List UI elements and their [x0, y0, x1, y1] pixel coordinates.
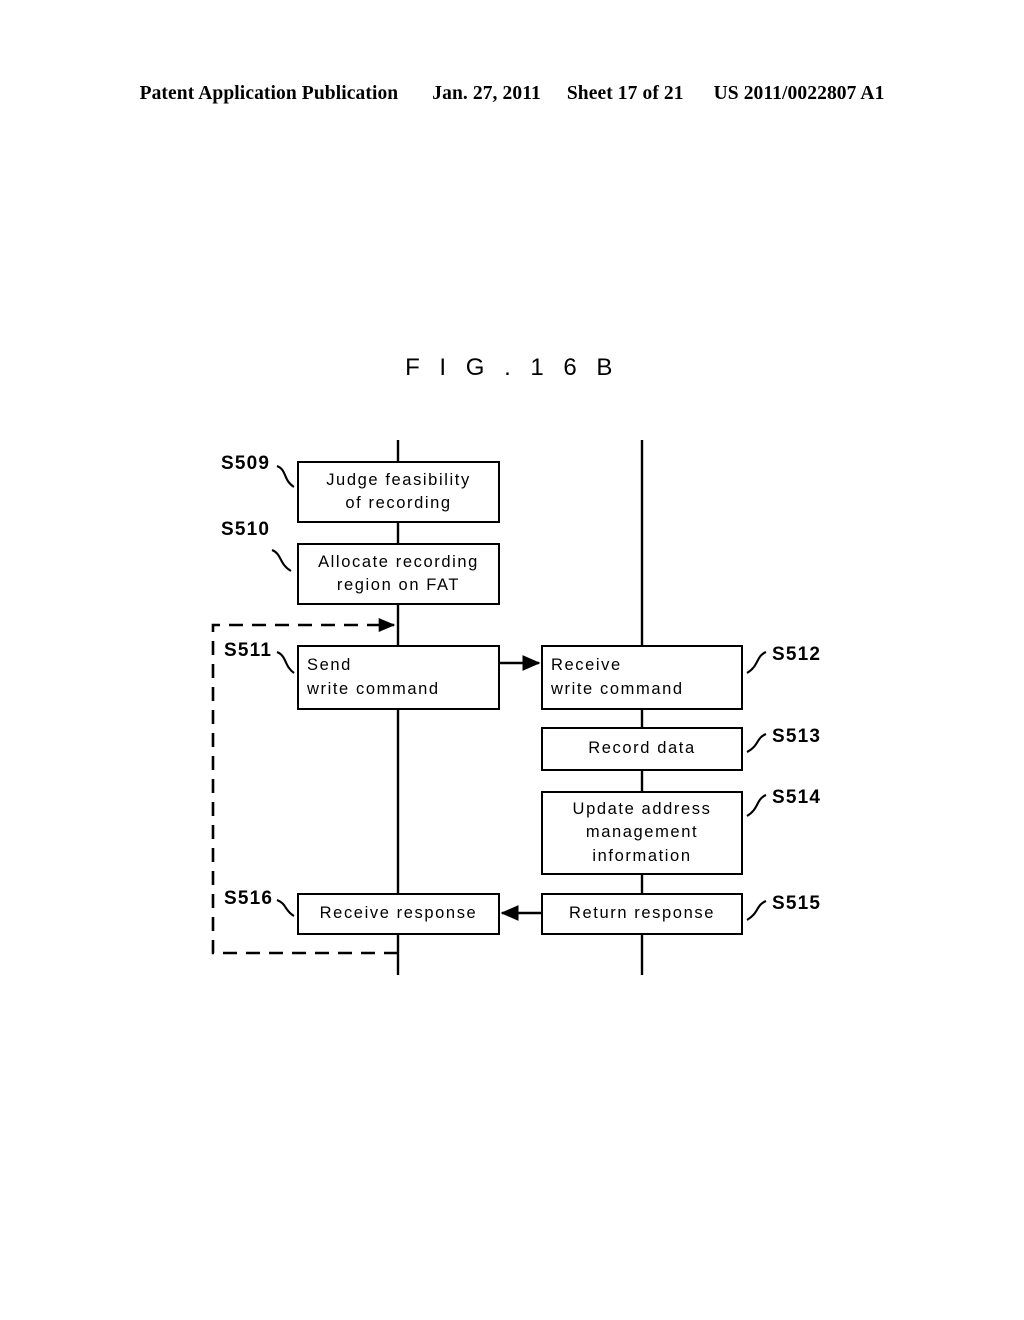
process-box-s511-line-1: Send	[307, 656, 352, 675]
step-label-s516: S516	[224, 888, 274, 909]
process-box-s513-line-1: Record data	[588, 739, 696, 758]
leader-s514	[746, 794, 767, 817]
step-label-s515: S515	[772, 893, 822, 914]
step-label-s513: S513	[772, 726, 822, 747]
process-box-s513[interactable]: Record data	[541, 727, 743, 771]
process-box-s514-line-3: information	[592, 846, 692, 865]
step-label-s514: S514	[772, 787, 822, 808]
process-box-s509-line-1: Judge feasibility	[326, 470, 471, 489]
process-box-s514-line-2: management	[585, 823, 699, 842]
process-box-s510-line-1: Allocate recording	[318, 552, 479, 571]
process-box-s514[interactable]: Update address management information	[541, 791, 743, 875]
leader-s515	[746, 900, 767, 921]
process-box-s510[interactable]: Allocate recording region on FAT	[297, 543, 500, 605]
leader-s509	[276, 465, 295, 488]
leader-s511	[276, 651, 295, 674]
leader-s510	[271, 549, 292, 572]
step-label-s509: S509	[221, 453, 271, 474]
process-box-s514-line-1: Update address	[572, 799, 712, 818]
process-box-s516-line-1: Receive response	[319, 904, 478, 923]
step-label-s510: S510	[221, 519, 271, 540]
process-box-s512-line-1: Receive	[551, 656, 622, 675]
process-box-s516[interactable]: Receive response	[297, 893, 500, 935]
flowchart-diagram	[211, 440, 767, 975]
leader-s512	[746, 651, 767, 674]
process-box-s515[interactable]: Return response	[541, 893, 743, 935]
process-box-s515-line-1: Return response	[569, 904, 715, 923]
step-label-s512: S512	[772, 644, 822, 665]
process-box-s511-line-2: write command	[307, 679, 440, 698]
process-box-s509[interactable]: Judge feasibility of recording	[297, 461, 500, 523]
process-box-s511[interactable]: Send write command	[297, 645, 500, 710]
process-box-s512[interactable]: Receive write command	[541, 645, 743, 710]
process-box-s510-line-2: region on FAT	[336, 576, 461, 594]
leader-s513	[746, 733, 767, 753]
process-box-s512-line-2: write command	[551, 679, 684, 698]
step-label-s511: S511	[224, 640, 273, 661]
process-box-s509-line-2: of recording	[345, 494, 452, 512]
leader-s516	[276, 899, 295, 917]
